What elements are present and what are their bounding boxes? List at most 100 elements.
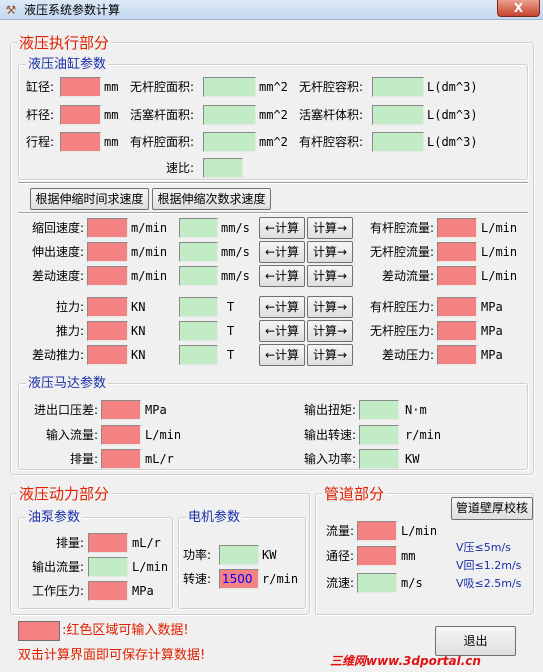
output-speed-output — [359, 425, 399, 445]
pressure-velocity-note: V压≤5m/s — [456, 541, 511, 554]
differential-push-calc-left-button[interactable]: ←计算 — [259, 344, 305, 366]
rodless-volume-unit: L(dm^3) — [427, 80, 478, 94]
divider — [18, 182, 528, 184]
title-bar: ⚒ 液压系统参数计算 X — [0, 0, 543, 20]
input-power-label: 输入功率: — [303, 452, 356, 466]
extend-speed-mms-unit: mm/s — [221, 245, 250, 259]
bore-unit: mm — [104, 80, 119, 94]
push-calc-right-button[interactable]: 计算→ — [307, 320, 353, 342]
save-hint: 双击计算界面即可保存计算数据! — [18, 648, 206, 663]
pump-output-flow-output — [88, 557, 128, 577]
output-torque-output — [359, 400, 399, 420]
push-force-unit: KN — [131, 324, 146, 338]
input-power-unit: KW — [405, 452, 420, 466]
power-section-title: 液压动力部分 — [17, 485, 112, 503]
motor-group-title: 液压马达参数 — [26, 375, 109, 393]
differential-flow-unit: L/min — [481, 269, 518, 283]
push-force-label: 推力: — [55, 324, 84, 338]
speed-from-time-button[interactable]: 根据伸缩时间求速度 — [30, 188, 149, 210]
rodless-pressure-unit: MPa — [481, 324, 503, 338]
retract-calc-right-button[interactable]: 计算→ — [307, 217, 353, 239]
motor-displacement-label: 排量: — [69, 452, 98, 466]
retract-speed-unit: m/min — [131, 221, 168, 235]
rodless-area-unit: mm^2 — [259, 80, 288, 94]
exec-section-title: 液压执行部分 — [17, 34, 112, 52]
motor-rpm-label: 转速: — [183, 572, 212, 586]
retract-calc-left-button[interactable]: ←计算 — [259, 217, 305, 239]
differential-speed-mms-output — [179, 266, 218, 286]
pressure-diff-input[interactable] — [101, 400, 141, 420]
differential-speed-input[interactable] — [87, 266, 128, 286]
push-force-ton-output — [179, 321, 218, 341]
window-title: 液压系统参数计算 — [24, 3, 121, 17]
pull-force-input[interactable] — [87, 297, 128, 317]
rodless-flow-input[interactable] — [437, 242, 477, 262]
extend-speed-input[interactable] — [87, 242, 128, 262]
differential-pressure-input[interactable] — [437, 345, 477, 365]
differential-calc-right-button[interactable]: 计算→ — [307, 265, 353, 287]
pipe-wall-check-button[interactable]: 管道壁厚校核 — [451, 497, 533, 520]
motor-input-flow-input[interactable] — [101, 425, 141, 445]
push-force-ton-unit: T — [227, 324, 235, 338]
pull-force-ton-output — [179, 297, 218, 317]
rod-volume-unit: L(dm^3) — [427, 108, 478, 122]
pump-displacement-unit: mL/r — [132, 536, 161, 550]
legend-text: :红色区域可输入数据! — [62, 623, 189, 638]
push-force-input[interactable] — [87, 321, 128, 341]
pull-calc-left-button[interactable]: ←计算 — [259, 296, 305, 318]
stroke-input[interactable] — [60, 132, 101, 152]
pressure-diff-label: 进出口压差: — [33, 403, 98, 417]
working-pressure-input[interactable] — [88, 581, 128, 601]
stroke-label: 行程: — [26, 135, 55, 149]
pump-displacement-input[interactable] — [88, 533, 128, 553]
close-button[interactable]: X — [497, 0, 540, 17]
pipe-diameter-input[interactable] — [357, 546, 397, 566]
stroke-unit: mm — [104, 135, 119, 149]
push-calc-left-button[interactable]: ←计算 — [259, 320, 305, 342]
rodless-volume-label: 无杆腔容积: — [299, 80, 364, 94]
differential-calc-left-button[interactable]: ←计算 — [259, 265, 305, 287]
rod-input[interactable] — [60, 105, 101, 125]
rod-flow-input[interactable] — [437, 218, 477, 238]
differential-push-input[interactable] — [87, 345, 128, 365]
pull-calc-right-button[interactable]: 计算→ — [307, 296, 353, 318]
pipe-diameter-label: 通径: — [325, 549, 354, 563]
rodless-pressure-label: 无杆腔压力: — [369, 324, 434, 338]
rod-pressure-label: 有杆腔压力: — [369, 300, 434, 314]
pump-group-title: 油泵参数 — [26, 509, 83, 527]
extend-calc-left-button[interactable]: ←计算 — [259, 241, 305, 263]
output-speed-unit: r/min — [405, 428, 442, 442]
differential-flow-input[interactable] — [437, 266, 477, 286]
rod-side-area-output — [203, 132, 256, 152]
input-power-output — [359, 449, 399, 469]
extend-calc-right-button[interactable]: 计算→ — [307, 241, 353, 263]
pull-force-label: 拉力: — [55, 300, 84, 314]
differential-pressure-unit: MPa — [481, 348, 503, 362]
pipe-velocity-unit: m/s — [401, 576, 423, 590]
hydraulic-app-icon: ⚒ — [5, 3, 17, 17]
output-torque-label: 输出扭矩: — [303, 403, 356, 417]
output-torque-unit: N·m — [405, 403, 427, 417]
rod-pressure-input[interactable] — [437, 297, 477, 317]
divider — [18, 212, 528, 214]
rodless-flow-label: 无杆腔流量: — [369, 245, 434, 259]
watermark: 三维网www.3dportal.cn — [330, 654, 481, 668]
differential-push-ton-unit: T — [227, 348, 235, 362]
rod-flow-unit: L/min — [481, 221, 518, 235]
pipe-velocity-output — [357, 573, 397, 593]
bore-input[interactable] — [60, 77, 101, 97]
rod-volume-label: 活塞杆体积: — [299, 108, 364, 122]
motor-power-unit: KW — [262, 548, 277, 562]
bore-label: 缸径: — [26, 80, 55, 94]
rod-area-label: 活塞杆面积: — [130, 108, 195, 122]
motor-displacement-input[interactable] — [101, 449, 141, 469]
rodless-pressure-input[interactable] — [437, 321, 477, 341]
return-velocity-note: V回≤1.2m/s — [456, 559, 522, 572]
speed-from-count-button[interactable]: 根据伸缩次数求速度 — [152, 188, 271, 210]
differential-push-calc-right-button[interactable]: 计算→ — [307, 344, 353, 366]
differential-push-label: 差动推力: — [31, 348, 84, 362]
retract-speed-label: 缩回速度: — [31, 221, 84, 235]
motor-rpm-input[interactable]: 1500 — [219, 569, 259, 589]
pipe-flow-input[interactable] — [357, 521, 397, 541]
retract-speed-input[interactable] — [87, 218, 128, 238]
